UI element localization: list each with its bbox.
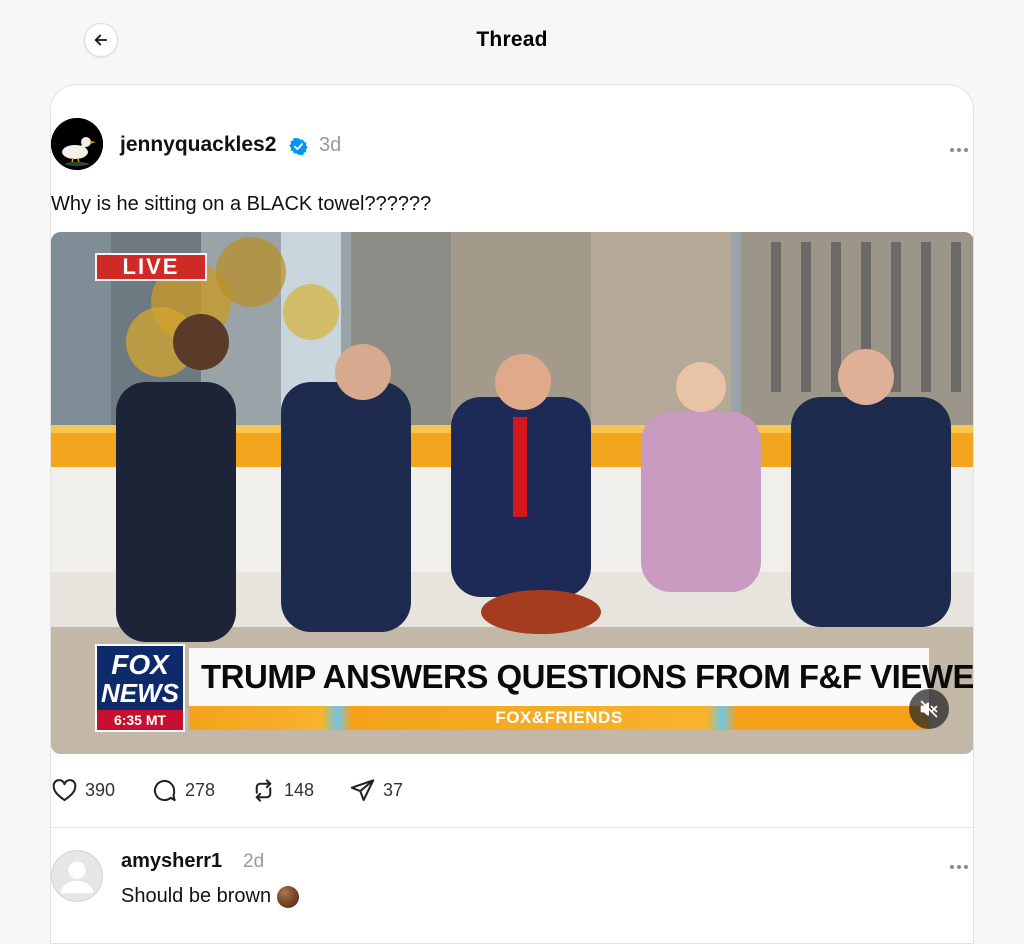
like-button[interactable]: 390 (51, 775, 115, 805)
reply-avatar[interactable] (51, 850, 103, 902)
page-title: Thread (476, 28, 548, 51)
post-text: Why is he sitting on a BLACK towel?????? (51, 193, 432, 215)
show-name-bar: FOX&FRIENDS (189, 706, 929, 730)
repost-button[interactable]: 148 (250, 775, 314, 805)
avatar[interactable] (51, 118, 103, 170)
reply-text-row: Should be brown (121, 885, 300, 908)
thread-header: Thread (0, 0, 1024, 84)
send-icon (350, 778, 375, 801)
brown-circle-emoji-icon (277, 885, 300, 908)
more-horizontal-icon (950, 148, 968, 152)
broadcast-time: 6:35 MT (97, 710, 183, 730)
reply-more-options-button[interactable] (949, 858, 969, 870)
speaker-muted-icon (920, 700, 938, 718)
verified-badge-icon (289, 137, 308, 156)
repost-icon (255, 778, 272, 802)
like-count: 390 (85, 779, 116, 800)
post-timestamp: 3d (319, 134, 342, 156)
comment-count: 278 (185, 779, 216, 800)
mute-button[interactable] (909, 689, 949, 729)
share-count: 37 (383, 779, 404, 800)
comment-button[interactable]: 278 (151, 775, 215, 805)
default-user-icon (60, 861, 94, 894)
post-actions: 390 278 148 37 (51, 775, 651, 805)
fox-news-logo: FOX NEWS 6:35 MT (95, 644, 185, 732)
duck-avatar-icon (51, 118, 103, 170)
more-horizontal-icon (950, 865, 968, 869)
reply-timestamp: 2d (243, 851, 265, 872)
news-lower-third: FOX NEWS 6:35 MT TRUMP ANSWERS QUESTIONS… (95, 644, 973, 734)
reply-username[interactable]: amysherr1 (121, 850, 222, 873)
reply-text: Should be brown (121, 885, 272, 907)
live-badge: LIVE (95, 253, 207, 281)
divider (51, 827, 973, 828)
post-username[interactable]: jennyquackles2 (120, 133, 276, 157)
thread-card: jennyquackles2 3d Why is he sitting on a… (50, 84, 974, 944)
more-options-button[interactable] (949, 141, 969, 153)
share-button[interactable]: 37 (349, 775, 403, 805)
post-video[interactable]: LIVE FOX NEWS 6:35 MT TRUMP ANSWERS QUES… (51, 232, 973, 754)
news-headline: TRUMP ANSWERS QUESTIONS FROM F&F VIEWERS (189, 648, 973, 706)
heart-icon (52, 778, 77, 801)
repost-count: 148 (284, 779, 315, 800)
comment-bubble-icon (153, 779, 176, 801)
